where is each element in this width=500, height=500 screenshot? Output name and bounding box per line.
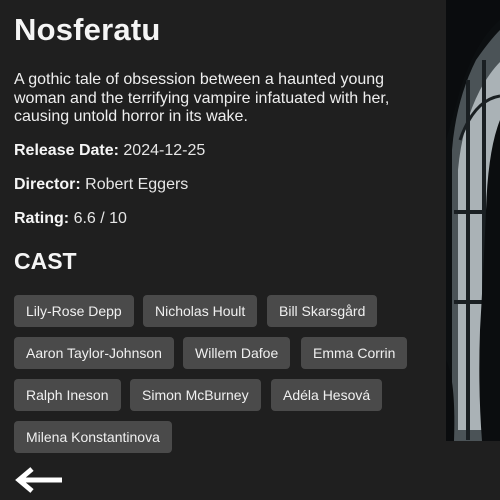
cast-chip[interactable]: Adéla Hesová	[271, 379, 383, 411]
cast-chip[interactable]: Lily-Rose Depp	[14, 295, 134, 327]
cast-chip[interactable]: Nicholas Hoult	[143, 295, 258, 327]
cast-chip[interactable]: Milena Konstantinova	[14, 421, 172, 453]
rating-row: Rating: 6.6 / 10	[14, 210, 127, 228]
poster-image	[446, 0, 500, 441]
movie-overview: A gothic tale of obsession between a hau…	[14, 71, 390, 125]
cast-heading: CAST	[14, 248, 77, 274]
director-value: Robert Eggers	[85, 176, 189, 193]
cast-chip[interactable]: Ralph Ineson	[14, 379, 121, 411]
rating-value: 6.6 / 10	[73, 210, 127, 227]
cast-chip[interactable]: Aaron Taylor-Johnson	[14, 337, 174, 369]
director-label: Director:	[14, 176, 81, 193]
cast-chip[interactable]: Bill Skarsgård	[267, 295, 378, 327]
cast-chip[interactable]: Willem Dafoe	[183, 337, 291, 369]
director-row: Director: Robert Eggers	[14, 176, 188, 194]
rating-label: Rating:	[14, 210, 70, 227]
cast-chip[interactable]: Simon McBurney	[130, 379, 261, 411]
cast-chip[interactable]: Emma Corrin	[301, 337, 408, 369]
release-date-label: Release Date:	[14, 142, 119, 159]
release-date-row: Release Date: 2024-12-25	[14, 142, 205, 160]
release-date-value: 2024-12-25	[123, 142, 206, 159]
back-button[interactable]	[14, 466, 66, 494]
movie-title: Nosferatu	[14, 12, 161, 47]
arrow-left-icon	[15, 467, 62, 493]
